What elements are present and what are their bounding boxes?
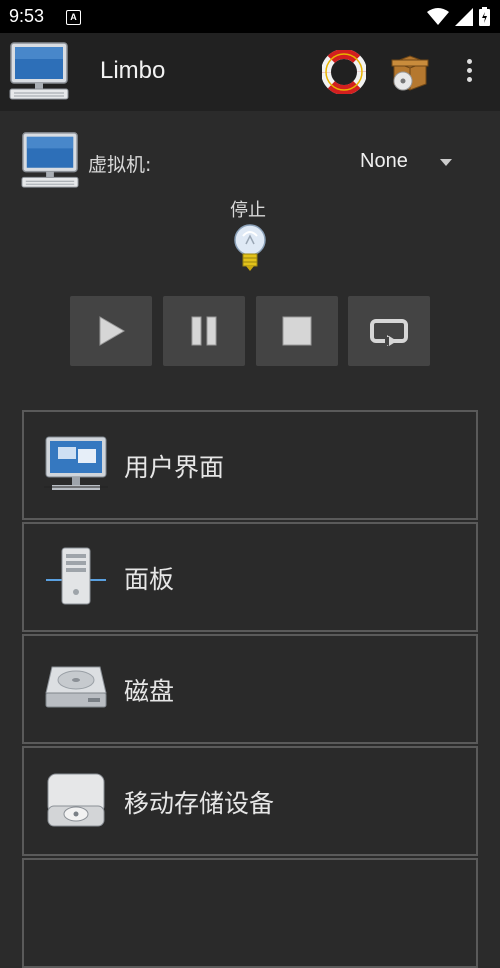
status-bar: 9:53 A: [0, 0, 500, 33]
menu-item-label: 磁盘: [124, 677, 175, 706]
more-dot-icon: [466, 77, 472, 82]
harddisk-icon: [44, 656, 108, 720]
pause-icon: [191, 316, 217, 346]
vm-label: 虚拟机:: [88, 154, 152, 176]
lifebuoy-icon: [321, 49, 367, 95]
vm-state-label: 停止: [230, 200, 266, 221]
computer-logo-icon: [8, 41, 70, 105]
signal-icon: [455, 7, 473, 26]
restart-icon: [370, 319, 408, 346]
package-disc-icon: [391, 55, 429, 91]
menu-item-removable-storage[interactable]: 移动存储设备: [22, 746, 478, 856]
start-button[interactable]: [70, 296, 152, 366]
overflow-menu-button[interactable]: [458, 55, 480, 91]
stop-button[interactable]: [256, 296, 338, 366]
app-title: Limbo: [100, 57, 166, 84]
play-icon: [99, 316, 125, 346]
more-dot-icon: [466, 59, 472, 64]
settings-menu: 用户界面 面板 磁盘 移动存储设备: [22, 410, 478, 968]
battery-icon: [479, 7, 490, 26]
removable-drive-icon: [44, 768, 108, 832]
wifi-icon: [427, 7, 449, 25]
app-bar: Limbo: [0, 33, 500, 111]
more-dot-icon: [466, 68, 472, 73]
menu-item-panel[interactable]: 面板: [22, 522, 478, 632]
dropdown-arrow-icon: [440, 159, 452, 166]
tower-icon: [44, 544, 108, 608]
system-icons: [427, 7, 490, 26]
display-icon: [44, 432, 108, 496]
menu-item-label: 用户界面: [124, 453, 225, 482]
lightbulb-icon: [231, 222, 269, 278]
stop-icon: [282, 316, 312, 346]
help-button[interactable]: [321, 49, 367, 98]
menu-item-user-interface[interactable]: 用户界面: [22, 410, 478, 520]
menu-item-more[interactable]: [22, 858, 478, 968]
menu-item-label: 移动存储设备: [124, 789, 275, 818]
vm-dropdown[interactable]: None: [340, 146, 460, 178]
pause-button[interactable]: [163, 296, 245, 366]
restart-button[interactable]: [348, 296, 430, 366]
vm-dropdown-value: None: [360, 150, 408, 172]
package-button[interactable]: [388, 50, 432, 98]
menu-item-label: 面板: [124, 565, 175, 594]
menu-item-disk[interactable]: 磁盘: [22, 634, 478, 744]
notification-icon: A: [66, 10, 81, 25]
vm-computer-icon: [20, 130, 80, 194]
status-time: 9:53: [9, 6, 45, 26]
